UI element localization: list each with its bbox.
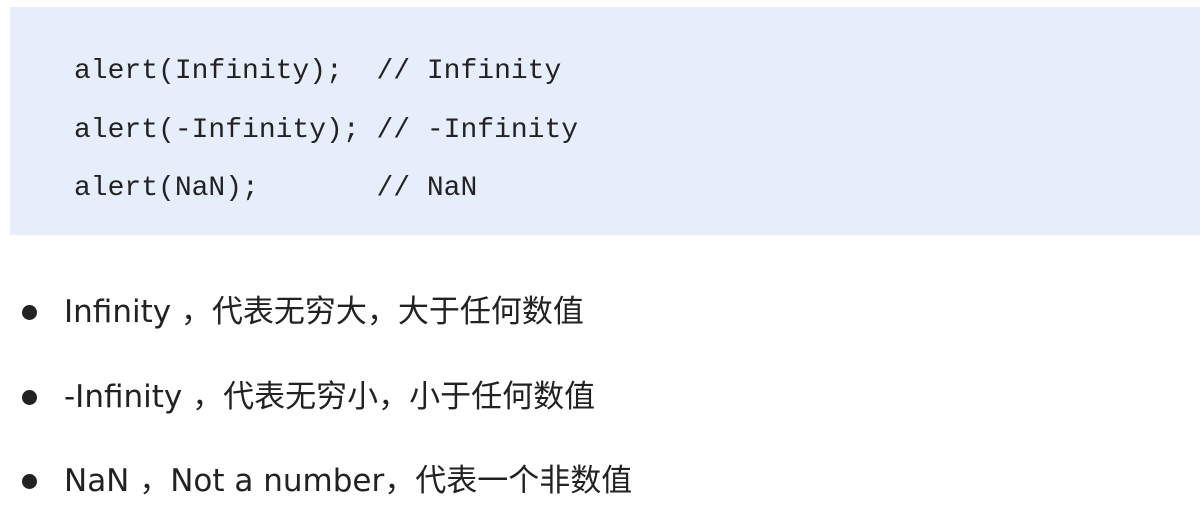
bullet-list: Infinity ，代表无穷大，大于任何数值 -Infinity ，代表无穷小，… [0,0,1200,532]
list-item-text: Infinity ，代表无穷大，大于任何数值 [64,294,584,330]
bullet-dot-icon [22,304,37,320]
bullet-dot-icon [22,473,37,489]
list-item: Infinity ，代表无穷大，大于任何数值 [22,292,584,332]
list-item-text: NaN ，Not a number，代表一个非数值 [64,463,633,499]
list-item-text: -Infinity ，代表无穷小，小于任何数值 [64,379,596,415]
bullet-dot-icon [22,389,37,405]
list-item: NaN ，Not a number，代表一个非数值 [22,461,632,501]
list-item: -Infinity ，代表无穷小，小于任何数值 [22,377,595,417]
